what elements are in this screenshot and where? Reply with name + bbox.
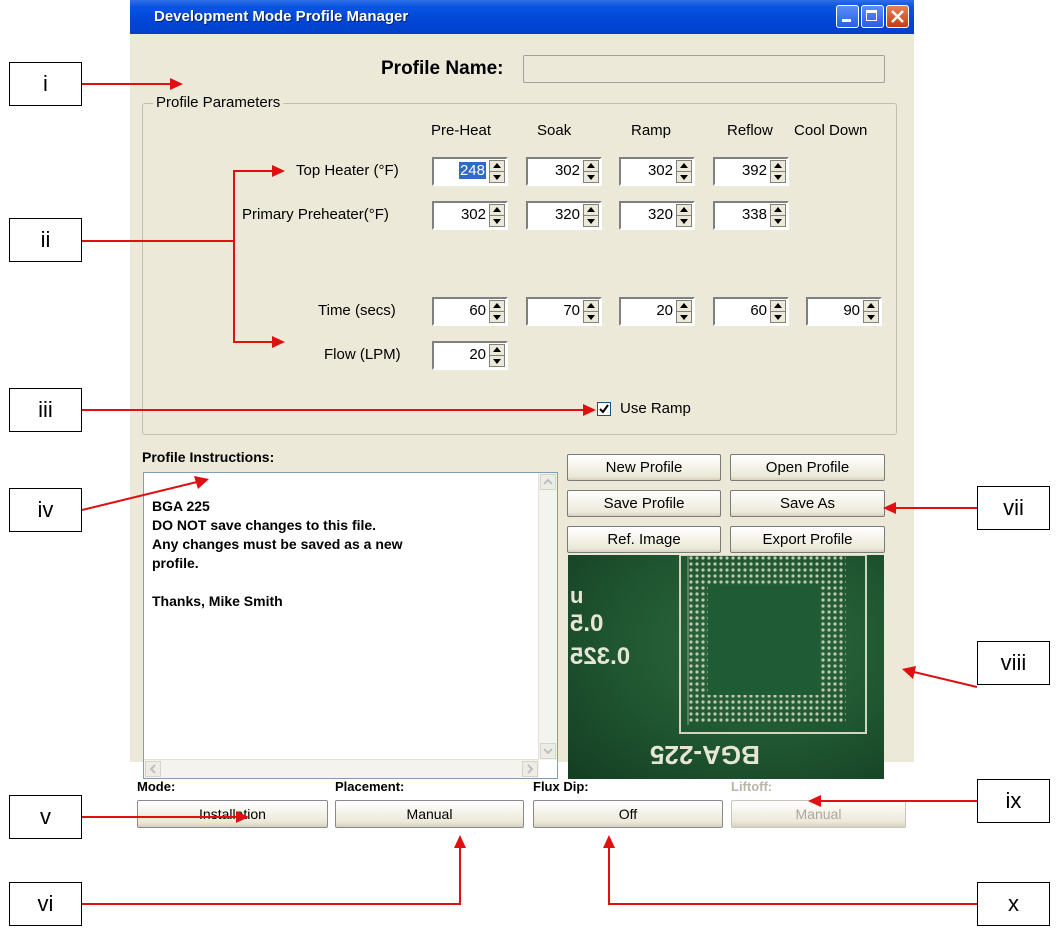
instruction-line: Thanks, Mike Smith	[152, 593, 283, 609]
liftoff-label: Liftoff:	[731, 779, 773, 794]
row-label-flow: Flow (LPM)	[324, 346, 401, 363]
use-ramp-checkbox[interactable]	[597, 402, 611, 416]
profile-instructions-label: Profile Instructions:	[142, 449, 275, 465]
annotation-iii: iii	[9, 388, 82, 432]
top-heater-preheat-spinner[interactable]: 248	[432, 157, 508, 186]
arrow-icon	[808, 795, 821, 807]
arrow-icon	[583, 404, 596, 416]
close-icon	[891, 10, 904, 23]
placement-button[interactable]: Manual	[335, 800, 524, 828]
instruction-line: profile.	[152, 555, 199, 571]
window-title: Development Mode Profile Manager	[154, 8, 409, 25]
annotation-ii: ii	[9, 218, 82, 262]
arrow-icon	[603, 835, 615, 848]
scroll-right-icon[interactable]	[522, 761, 538, 777]
annotation-viii: viii	[977, 641, 1050, 685]
arrow-icon	[883, 502, 896, 514]
use-ramp-label: Use Ramp	[620, 400, 691, 417]
annotation-vi: vi	[9, 882, 82, 926]
time-ramp-spinner[interactable]: 20	[619, 297, 695, 326]
image-text: BGA-225	[650, 740, 760, 770]
save-profile-button[interactable]: Save Profile	[567, 490, 721, 517]
arrow-icon	[170, 78, 183, 90]
profile-instructions-textarea[interactable]: BGA 225 DO NOT save changes to this file…	[143, 472, 558, 779]
row-label-top-heater: Top Heater (°F)	[296, 162, 399, 179]
close-button[interactable]	[886, 5, 909, 28]
checkmark-icon	[599, 404, 609, 414]
profile-parameters-label: Profile Parameters	[153, 94, 284, 111]
time-reflow-spinner[interactable]: 60	[713, 297, 789, 326]
column-cool-down: Cool Down	[794, 122, 868, 139]
annotation-iv: iv	[9, 488, 82, 532]
profile-name-input[interactable]	[523, 55, 885, 83]
save-as-button[interactable]: Save As	[730, 490, 885, 517]
open-profile-button[interactable]: Open Profile	[730, 454, 885, 481]
time-cool-down-spinner[interactable]: 90	[806, 297, 882, 326]
column-preheat: Pre-Heat	[431, 122, 492, 139]
maximize-button[interactable]	[861, 5, 884, 28]
primary-preheater-ramp-spinner[interactable]: 320	[619, 201, 695, 230]
instruction-line: Any changes must be saved as a new	[152, 536, 403, 552]
title-bar[interactable]: Development Mode Profile Manager	[130, 0, 914, 34]
time-preheat-spinner[interactable]: 60	[432, 297, 508, 326]
flux-dip-label: Flux Dip:	[533, 779, 589, 794]
new-profile-button[interactable]: New Profile	[567, 454, 721, 481]
annotation-v: v	[9, 795, 82, 839]
minimize-button[interactable]	[836, 5, 859, 28]
scroll-left-icon[interactable]	[145, 761, 161, 777]
row-label-time: Time (secs)	[318, 302, 396, 319]
primary-preheater-reflow-spinner[interactable]: 338	[713, 201, 789, 230]
arrow-icon	[454, 835, 466, 848]
scroll-down-icon[interactable]	[540, 743, 556, 759]
annotation-ix: ix	[977, 779, 1050, 823]
time-soak-spinner[interactable]: 70	[526, 297, 602, 326]
scroll-up-icon[interactable]	[540, 474, 556, 490]
image-text: u	[570, 583, 584, 608]
mode-button[interactable]: Installation	[137, 800, 328, 828]
flow-spinner[interactable]: 20	[432, 341, 508, 370]
mode-label: Mode:	[137, 779, 176, 794]
reference-image: u 0.5 0.325 BGA-225	[568, 555, 884, 779]
top-heater-ramp-spinner[interactable]: 302	[619, 157, 695, 186]
column-ramp: Ramp	[631, 122, 672, 139]
primary-preheater-preheat-spinner[interactable]: 302	[432, 201, 508, 230]
top-heater-soak-spinner[interactable]: 302	[526, 157, 602, 186]
primary-preheater-soak-spinner[interactable]: 320	[526, 201, 602, 230]
arrow-icon	[272, 165, 285, 177]
top-heater-reflow-spinner[interactable]: 392	[713, 157, 789, 186]
image-text: 0.5	[570, 610, 604, 637]
horizontal-scrollbar[interactable]	[144, 759, 539, 778]
instruction-line: DO NOT save changes to this file.	[152, 517, 377, 533]
row-label-primary-preheater: Primary Preheater(°F)	[242, 206, 389, 223]
arrow-icon	[272, 336, 285, 348]
annotation-x: x	[977, 882, 1050, 926]
flux-dip-button[interactable]: Off	[533, 800, 723, 828]
image-text: 0.325	[570, 643, 631, 670]
arrow-icon	[236, 811, 249, 823]
arrow-icon	[82, 476, 209, 511]
profile-name-label: Profile Name:	[381, 58, 504, 79]
instruction-line	[152, 573, 403, 592]
ref-image-button[interactable]: Ref. Image	[567, 526, 721, 553]
annotation-vii: vii	[977, 486, 1050, 530]
export-profile-button[interactable]: Export Profile	[730, 526, 885, 553]
vertical-scrollbar[interactable]	[538, 473, 557, 760]
column-soak: Soak	[537, 122, 572, 139]
profile-manager-window: Development Mode Profile Manager Profile…	[130, 0, 914, 828]
annotation-i: i	[9, 62, 82, 106]
column-reflow: Reflow	[727, 122, 773, 139]
arrow-icon	[902, 666, 978, 688]
profile-parameters-group: Profile Parameters	[142, 94, 897, 435]
placement-label: Placement:	[335, 779, 405, 794]
